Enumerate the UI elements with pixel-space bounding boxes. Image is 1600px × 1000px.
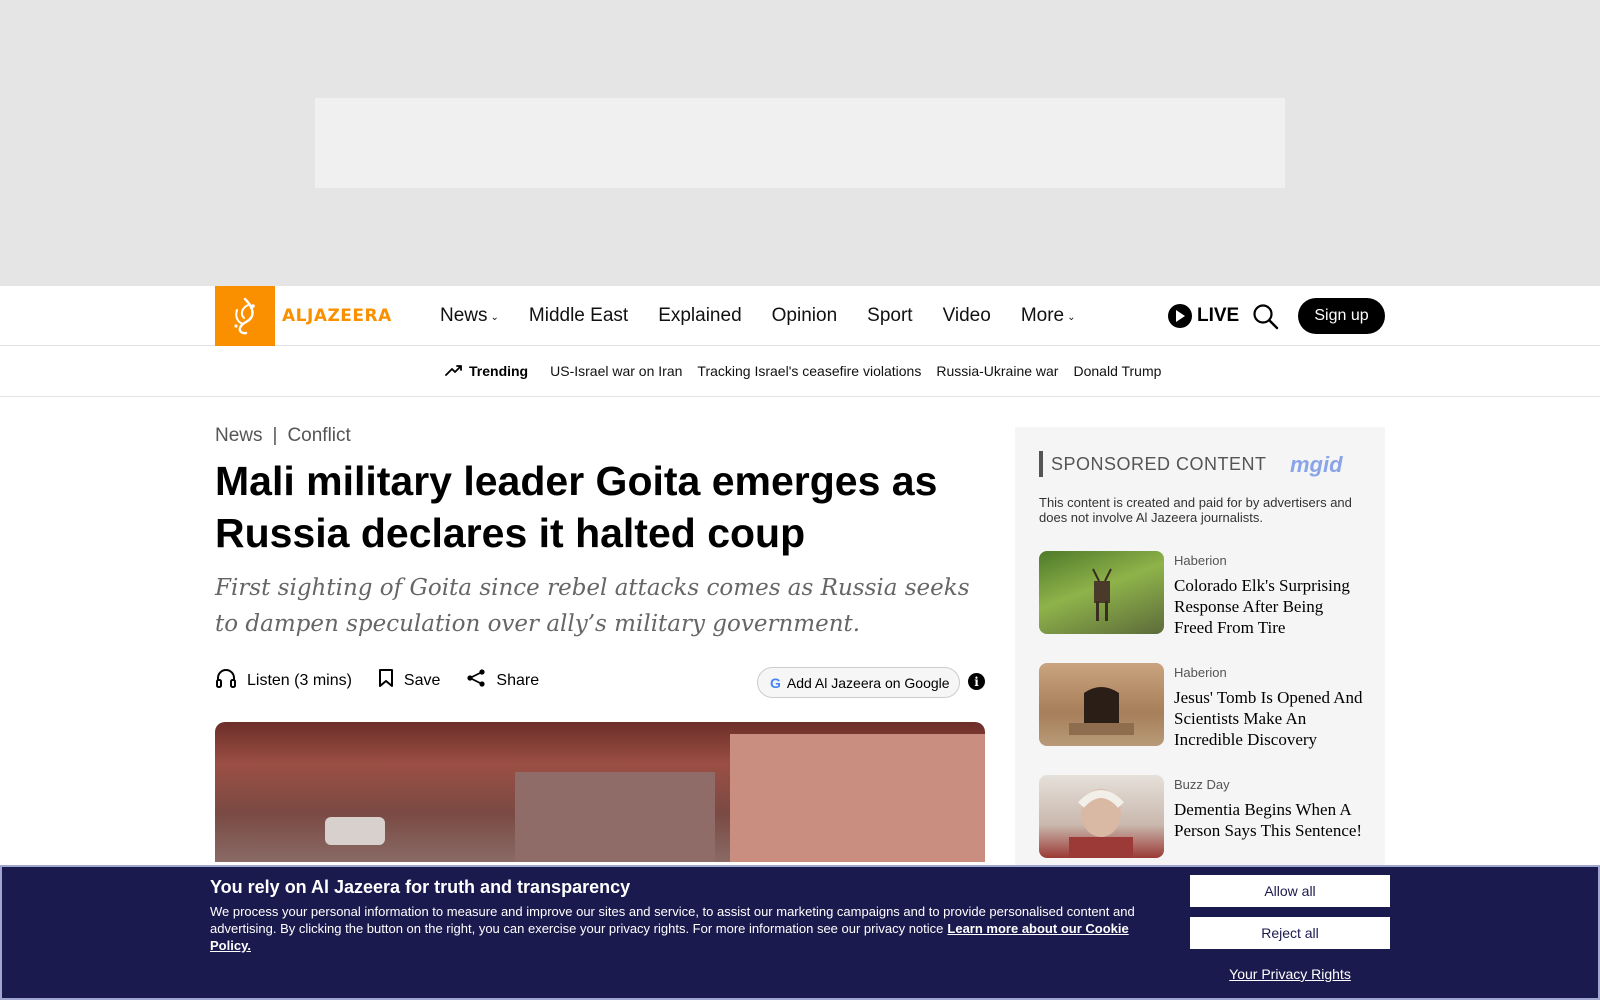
sponsored-headline: Colorado Elk's Surprising Response After… [1174, 576, 1350, 637]
nav-item-sport[interactable]: Sport [867, 305, 912, 327]
aljazeera-logo-icon[interactable] [215, 286, 275, 346]
sponsored-item[interactable]: Haberion Jesus' Tomb Is Opened And Scien… [1039, 663, 1369, 749]
breadcrumb-section[interactable]: News [215, 425, 263, 446]
nav-item-video[interactable]: Video [943, 305, 991, 327]
chevron-down-icon: ⌄ [1067, 312, 1076, 323]
article-standfirst: First sighting of Goita since rebel atta… [215, 575, 970, 637]
nav-label: Middle East [528, 305, 629, 326]
save-label: Save [403, 671, 441, 689]
allow-all-button[interactable]: Allow all [1190, 875, 1390, 907]
trending-link[interactable]: Russia-Ukraine war [936, 363, 1058, 379]
nav-item-news[interactable]: News ⌄ [440, 305, 499, 327]
privacy-rights-link[interactable]: Your Privacy Rights [1190, 966, 1390, 982]
listen-button[interactable]: Listen (3 mins) [215, 668, 352, 693]
hero-image[interactable] [215, 722, 985, 862]
logo-wordmark[interactable]: ALJAZEERA [282, 306, 392, 326]
sponsored-source: Haberion [1174, 665, 1227, 680]
trending-bar: Trending US-Israel war on Iran Tracking … [0, 347, 1600, 397]
site-header: ALJAZEERA News ⌄ Middle East Explained Op… [0, 286, 1600, 346]
sponsored-source: Buzz Day [1174, 777, 1230, 792]
trending-link[interactable]: Donald Trump [1073, 363, 1161, 379]
hero-image-vehicle [325, 817, 385, 845]
save-button[interactable]: Save [378, 668, 440, 693]
trending-link[interactable]: Tracking Israel's ceasefire violations [697, 363, 921, 379]
google-icon: G [770, 674, 781, 691]
sponsored-item[interactable]: Buzz Day Dementia Begins When A Person S… [1039, 775, 1369, 859]
trending-up-icon [445, 363, 463, 379]
sponsored-title: SPONSORED CONTENT [1051, 453, 1267, 474]
breadcrumb-topic[interactable]: Conflict [287, 425, 350, 446]
hero-image-building [515, 772, 715, 862]
sponsored-headline: Jesus' Tomb Is Opened And Scientists Mak… [1174, 688, 1363, 749]
headphones-icon [215, 668, 247, 693]
nav-label: Explained [658, 305, 742, 326]
article-tools: Listen (3 mins) Save Share [215, 668, 565, 693]
elk-thumbnail [1039, 551, 1164, 634]
cookie-banner: You rely on Al Jazeera for truth and tra… [0, 865, 1600, 1000]
sponsored-sidebar: SPONSORED CONTENT mgid This content is c… [1015, 427, 1385, 867]
play-icon [1168, 304, 1192, 328]
chevron-down-icon: ⌄ [490, 312, 499, 323]
trending-list: Trending US-Israel war on Iran Tracking … [445, 363, 1176, 379]
nav-label: Video [942, 305, 991, 326]
article-headline: Mali military leader Goita emerges as Ru… [215, 458, 938, 556]
breadcrumb: News | Conflict [215, 425, 351, 447]
cookie-title: You rely on Al Jazeera for truth and tra… [210, 877, 631, 897]
sponsored-source: Haberion [1174, 553, 1227, 568]
google-label: Add Al Jazeera on Google [786, 674, 950, 691]
sponsored-note: This content is created and paid for by … [1039, 495, 1352, 525]
nav-label: News [440, 305, 488, 326]
cookie-body: We process your personal information to … [210, 903, 1160, 954]
trending-link[interactable]: US-Israel war on Iran [550, 363, 682, 379]
nav-label: Sport [867, 305, 913, 326]
listen-label: Listen (3 mins) [247, 671, 352, 689]
signup-button[interactable]: Sign up [1298, 298, 1385, 334]
trending-label: Trending [469, 363, 529, 379]
add-on-google-button[interactable]: G Add Al Jazeera on Google [757, 667, 960, 698]
elderly-woman-thumbnail [1039, 775, 1164, 858]
sponsored-accent-bar [1039, 451, 1043, 477]
breadcrumb-separator: | [272, 425, 278, 446]
info-icon[interactable]: i [968, 673, 985, 690]
share-icon [466, 668, 496, 693]
hero-image-building [730, 734, 985, 862]
share-label: Share [496, 671, 540, 689]
nav-label: More [1020, 305, 1065, 326]
sponsored-item[interactable]: Haberion Colorado Elk's Surprising Respo… [1039, 551, 1369, 637]
reject-all-button[interactable]: Reject all [1190, 917, 1390, 949]
sponsored-headline: Dementia Begins When A Person Says This … [1174, 800, 1363, 840]
share-button[interactable]: Share [466, 668, 539, 693]
ad-slot[interactable] [315, 98, 1285, 188]
nav-label: Opinion [771, 305, 838, 326]
main-nav: News ⌄ Middle East Explained Opinion Spor… [440, 286, 1106, 346]
live-button[interactable]: LIVE [1168, 304, 1239, 328]
mgid-logo[interactable]: mgid [1290, 452, 1343, 478]
bookmark-icon [378, 668, 404, 693]
live-label: LIVE [1197, 305, 1240, 326]
nav-item-opinion[interactable]: Opinion [772, 305, 838, 327]
tomb-thumbnail [1039, 663, 1164, 746]
nav-item-explained[interactable]: Explained [658, 305, 741, 327]
top-ad-band [0, 0, 1600, 286]
search-icon[interactable] [1252, 303, 1280, 331]
nav-item-more[interactable]: More ⌄ [1021, 305, 1076, 327]
sponsored-header: SPONSORED CONTENT [1039, 451, 1267, 477]
nav-item-middle-east[interactable]: Middle East [529, 305, 628, 327]
